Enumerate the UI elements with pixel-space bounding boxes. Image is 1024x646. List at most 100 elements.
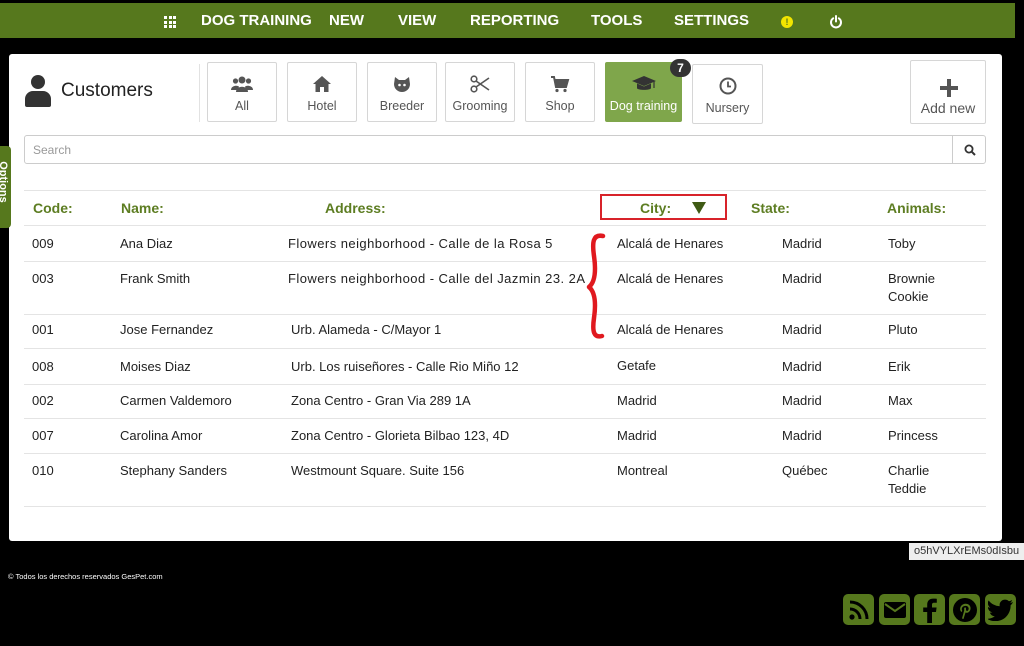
city-sort-highlight <box>600 194 727 220</box>
cell-name: Carolina Amor <box>120 428 203 443</box>
filter-breeder-label: Breeder <box>379 99 425 113</box>
twitter-icon <box>987 599 1013 621</box>
users-icon <box>231 76 253 92</box>
cell-code: 010 <box>32 463 54 478</box>
dog-training-count-badge: 7 <box>670 59 691 77</box>
cell-address: Flowers neighborhood - Calle del Jazmin … <box>288 271 586 286</box>
nav-reporting[interactable]: REPORTING <box>470 3 559 38</box>
filter-all-label: All <box>235 99 249 113</box>
cell-code: 001 <box>32 322 54 337</box>
cell-city: Alcalá de Henares <box>617 322 724 337</box>
cell-name: Ana Diaz <box>120 236 173 251</box>
twitter-button[interactable] <box>985 594 1016 625</box>
nav-new[interactable]: NEW <box>329 3 364 38</box>
cell-state: Madrid <box>782 236 822 251</box>
mail-button[interactable] <box>879 594 910 625</box>
row-divider <box>24 348 986 349</box>
plus-icon <box>940 79 958 97</box>
filter-hotel-label: Hotel <box>307 99 337 113</box>
column-header-name[interactable]: Name: <box>121 200 164 216</box>
add-new-button[interactable]: Add new <box>910 60 986 124</box>
page-title: Customers <box>24 74 153 108</box>
cell-city: Alcalá de Henares <box>617 236 724 251</box>
sort-descending-icon[interactable] <box>692 202 706 214</box>
pinterest-button[interactable] <box>949 594 980 625</box>
cell-state: Madrid <box>782 271 822 286</box>
facebook-button[interactable] <box>914 594 945 625</box>
cell-animal: Charlie <box>888 463 930 478</box>
options-side-tab[interactable]: Options <box>0 146 11 228</box>
filter-shop-button[interactable]: Shop <box>525 62 595 122</box>
cell-address: Urb. Alameda - C/Mayor 1 <box>291 322 442 337</box>
column-header-state[interactable]: State: <box>751 200 790 216</box>
table-bottom-rule <box>24 506 986 507</box>
filter-grooming-label: Grooming <box>452 99 508 113</box>
cell-code: 009 <box>32 236 54 251</box>
cell-animal: Pluto <box>888 322 918 337</box>
cell-code: 008 <box>32 359 54 374</box>
cell-city: Madrid <box>617 428 657 443</box>
top-navigation: DOG TRAINING NEW VIEW REPORTING TOOLS SE… <box>0 3 1015 38</box>
cell-state: Madrid <box>782 322 822 337</box>
cell-animal: Brownie <box>888 271 935 286</box>
facebook-icon <box>922 598 937 623</box>
header-divider <box>199 64 200 122</box>
warning-icon[interactable]: ! <box>781 16 793 28</box>
power-icon[interactable] <box>829 15 843 29</box>
home-icon <box>313 76 331 92</box>
cell-animal: Princess <box>888 428 938 443</box>
column-header-animals[interactable]: Animals: <box>887 200 946 216</box>
cell-code: 003 <box>32 271 54 286</box>
options-side-tab-label: Options <box>0 161 9 203</box>
cell-city: Alcalá de Henares <box>617 271 724 286</box>
session-hash-label: o5hVYLXrEMs0dIsbu <box>909 543 1024 560</box>
cell-address: Zona Centro - Glorieta Bilbao 123, 4D <box>291 428 510 443</box>
add-new-label: Add new <box>920 100 976 116</box>
apps-grid-icon[interactable] <box>164 16 177 28</box>
search-button[interactable] <box>952 135 986 164</box>
nav-tools[interactable]: TOOLS <box>591 3 642 38</box>
cart-icon <box>551 76 570 93</box>
cell-city: Getafe <box>617 358 657 373</box>
filter-nursery-button[interactable]: Nursery <box>692 64 763 124</box>
copyright-text: © Todos los derechos reservados GesPet.c… <box>8 572 163 581</box>
search-input[interactable] <box>24 135 953 164</box>
person-icon <box>24 75 52 107</box>
cell-animal: Erik <box>888 359 911 374</box>
nav-view[interactable]: VIEW <box>398 3 436 38</box>
cell-name: Stephany Sanders <box>120 463 227 478</box>
row-divider <box>24 314 986 315</box>
table-header-rule <box>24 225 986 226</box>
cell-code: 007 <box>32 428 54 443</box>
cell-name: Frank Smith <box>120 271 191 286</box>
row-divider <box>24 418 986 419</box>
rss-button[interactable] <box>843 594 874 625</box>
filter-shop-label: Shop <box>545 99 575 113</box>
filter-dog-training-label: Dog training <box>609 99 678 113</box>
nav-settings[interactable]: SETTINGS <box>674 3 749 38</box>
table-top-rule <box>24 190 986 191</box>
cell-city: Madrid <box>617 393 657 408</box>
filter-grooming-button[interactable]: Grooming <box>445 62 515 122</box>
column-header-address[interactable]: Address: <box>325 200 386 216</box>
page-title-text: Customers <box>61 80 153 101</box>
graduation-cap-icon <box>631 76 656 90</box>
cell-state: Madrid <box>782 393 822 408</box>
pinterest-icon <box>952 597 977 622</box>
clock-icon <box>719 77 736 95</box>
dog-icon <box>394 77 410 92</box>
filter-breeder-button[interactable]: Breeder <box>367 62 437 122</box>
cell-state: Madrid <box>782 428 822 443</box>
filter-hotel-button[interactable]: Hotel <box>287 62 357 122</box>
filter-all-button[interactable]: All <box>207 62 277 122</box>
cell-animal: Toby <box>888 236 916 251</box>
row-divider <box>24 384 986 385</box>
annotation-brace-mark <box>586 233 606 339</box>
cell-name: Moises Diaz <box>120 359 191 374</box>
column-header-code[interactable]: Code: <box>33 200 73 216</box>
search-icon <box>964 144 976 156</box>
nav-dog-training[interactable]: DOG TRAINING <box>201 3 312 38</box>
row-divider <box>24 453 986 454</box>
row-divider <box>24 261 986 262</box>
mail-icon <box>883 601 906 618</box>
